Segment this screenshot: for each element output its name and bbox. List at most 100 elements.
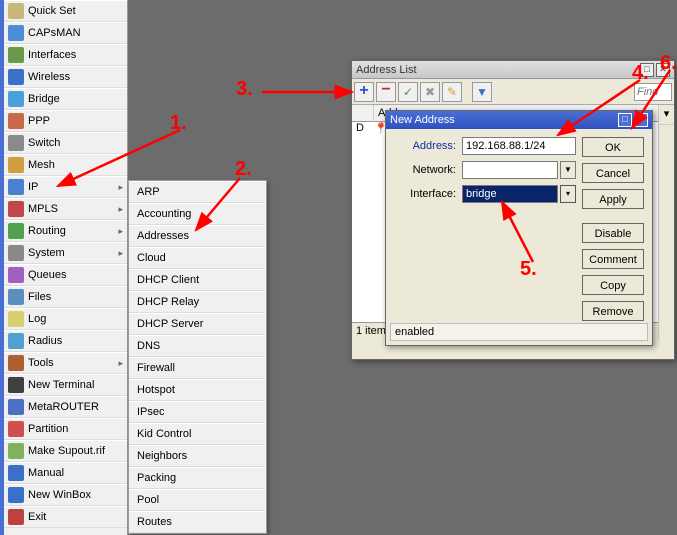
new-address-window: New Address □ ✕ Address: Network: ▼ Inte… [385, 110, 653, 346]
submenu-item-dns[interactable]: DNS [129, 335, 266, 357]
address-label: Address: [394, 140, 456, 152]
sidebar-item-files[interactable]: Files [4, 286, 127, 308]
sidebar-item-label: Exit [28, 511, 123, 523]
menu-icon [8, 487, 24, 503]
submenu-item-arp[interactable]: ARP [129, 181, 266, 203]
remove-button[interactable]: − [376, 82, 396, 102]
submenu-item-hotspot[interactable]: Hotspot [129, 379, 266, 401]
sidebar-item-partition[interactable]: Partition [4, 418, 127, 440]
main-sidebar: Quick Set CAPsMAN Interfaces Wireless Bridge… [0, 0, 128, 535]
menu-icon [8, 25, 24, 41]
sidebar-item-label: MetaROUTER [28, 401, 123, 413]
submenu-item-dhcp-server[interactable]: DHCP Server [129, 313, 266, 335]
sidebar-item-metarouter[interactable]: MetaROUTER [4, 396, 127, 418]
sidebar-item-label: CAPsMAN [28, 27, 123, 39]
ip-submenu: ARP Accounting Addresses Cloud DHCP Client DH… [128, 180, 267, 534]
submenu-item-label: Pool [137, 494, 159, 506]
menu-icon [8, 355, 24, 371]
sidebar-item-mesh[interactable]: Mesh [4, 154, 127, 176]
submenu-item-label: ARP [137, 186, 160, 198]
close-icon[interactable]: ✕ [634, 113, 648, 127]
sidebar-item-log[interactable]: Log [4, 308, 127, 330]
ok-button[interactable]: OK [582, 137, 644, 157]
submenu-item-label: DNS [137, 340, 160, 352]
disable-button[interactable]: ✖ [420, 82, 440, 102]
filter-button[interactable]: ▼ [472, 82, 492, 102]
sidebar-item-radius[interactable]: Radius [4, 330, 127, 352]
submenu-item-firewall[interactable]: Firewall [129, 357, 266, 379]
menu-icon [8, 91, 24, 107]
submenu-item-kid-control[interactable]: Kid Control [129, 423, 266, 445]
sidebar-item-label: Queues [28, 269, 123, 281]
submenu-item-label: Hotspot [137, 384, 175, 396]
submenu-item-neighbors[interactable]: Neighbors [129, 445, 266, 467]
address-list-titlebar[interactable]: Address List □ ✕ [352, 61, 674, 79]
sidebar-item-capsman[interactable]: CAPsMAN [4, 22, 127, 44]
find-input[interactable] [634, 83, 672, 101]
menu-icon [8, 113, 24, 129]
sidebar-item-system[interactable]: System▸ [4, 242, 127, 264]
sidebar-item-label: MPLS [28, 203, 118, 215]
submenu-item-ipsec[interactable]: IPsec [129, 401, 266, 423]
network-dropdown-icon[interactable]: ▼ [560, 161, 576, 179]
submenu-item-accounting[interactable]: Accounting [129, 203, 266, 225]
interface-input[interactable]: bridge [462, 185, 558, 203]
menu-icon [8, 443, 24, 459]
sidebar-item-quick-set[interactable]: Quick Set [4, 0, 127, 22]
menu-icon [8, 201, 24, 217]
submenu-item-dhcp-client[interactable]: DHCP Client [129, 269, 266, 291]
sidebar-item-label: Quick Set [28, 5, 123, 17]
submenu-item-addresses[interactable]: Addresses [129, 225, 266, 247]
dropdown-arrow-icon[interactable]: ▾ [659, 105, 674, 125]
remove-button[interactable]: Remove [582, 301, 644, 321]
sidebar-item-new-terminal[interactable]: New Terminal [4, 374, 127, 396]
sidebar-item-exit[interactable]: Exit [4, 506, 127, 528]
submenu-item-routes[interactable]: Routes [129, 511, 266, 533]
sidebar-item-queues[interactable]: Queues [4, 264, 127, 286]
interface-dropdown-icon[interactable]: ▾ [560, 185, 576, 203]
annotation-2: 2. [235, 158, 252, 181]
sidebar-item-tools[interactable]: Tools▸ [4, 352, 127, 374]
sidebar-item-routing[interactable]: Routing▸ [4, 220, 127, 242]
sidebar-item-interfaces[interactable]: Interfaces [4, 44, 127, 66]
sidebar-item-new-winbox[interactable]: New WinBox [4, 484, 127, 506]
submenu-item-label: Accounting [137, 208, 191, 220]
comment-button[interactable]: ✎ [442, 82, 462, 102]
sidebar-item-wireless[interactable]: Wireless [4, 66, 127, 88]
submenu-item-label: Cloud [137, 252, 166, 264]
cancel-button[interactable]: Cancel [582, 163, 644, 183]
sidebar-item-ppp[interactable]: PPP [4, 110, 127, 132]
sidebar-item-label: New WinBox [28, 489, 123, 501]
sidebar-item-label: Wireless [28, 71, 123, 83]
enable-button[interactable]: ✓ [398, 82, 418, 102]
sidebar-item-manual[interactable]: Manual [4, 462, 127, 484]
disable-button[interactable]: Disable [582, 223, 644, 243]
minimize-icon[interactable]: □ [640, 63, 654, 77]
comment-button[interactable]: Comment [582, 249, 644, 269]
submenu-item-dhcp-relay[interactable]: DHCP Relay [129, 291, 266, 313]
sidebar-item-mpls[interactable]: MPLS▸ [4, 198, 127, 220]
new-address-titlebar[interactable]: New Address □ ✕ [386, 111, 652, 129]
submenu-item-packing[interactable]: Packing [129, 467, 266, 489]
submenu-item-cloud[interactable]: Cloud [129, 247, 266, 269]
window-title: Address List [356, 64, 638, 76]
menu-icon [8, 421, 24, 437]
submenu-item-label: IPsec [137, 406, 165, 418]
close-icon[interactable]: ✕ [656, 63, 670, 77]
submenu-item-pool[interactable]: Pool [129, 489, 266, 511]
address-input[interactable] [462, 137, 576, 155]
menu-icon [8, 311, 24, 327]
sidebar-item-make-supout-rif[interactable]: Make Supout.rif [4, 440, 127, 462]
flag-col[interactable] [352, 105, 374, 121]
sidebar-item-ip[interactable]: IP▸ [4, 176, 127, 198]
copy-button[interactable]: Copy [582, 275, 644, 295]
add-button[interactable]: + [354, 82, 374, 102]
minimize-icon[interactable]: □ [618, 113, 632, 127]
sidebar-item-bridge[interactable]: Bridge [4, 88, 127, 110]
sidebar-item-switch[interactable]: Switch [4, 132, 127, 154]
menu-icon [8, 377, 24, 393]
menu-icon [8, 179, 24, 195]
submenu-item-label: DHCP Relay [137, 296, 199, 308]
apply-button[interactable]: Apply [582, 189, 644, 209]
network-input[interactable] [462, 161, 558, 179]
